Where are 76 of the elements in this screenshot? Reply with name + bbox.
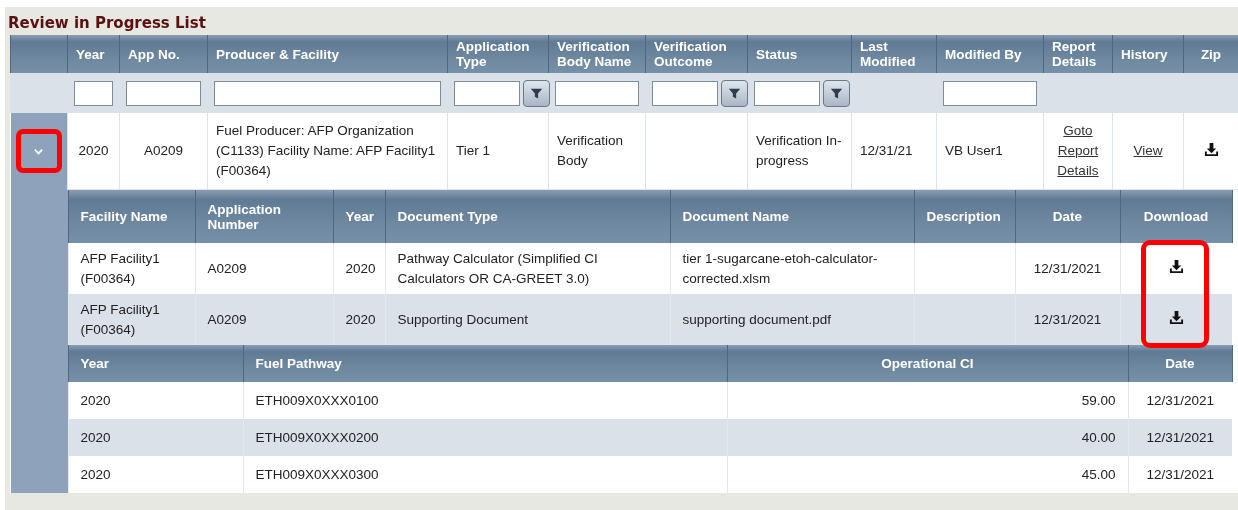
report-details-link[interactable]: Goto Report Details [1052, 121, 1104, 181]
table-cell: A0209 [207, 260, 247, 276]
filter-field[interactable] [126, 80, 201, 106]
table-cell: 2020 [80, 392, 111, 408]
table-cell: tier 1-sugarcane-etoh-calculator-corrected.xlsm [682, 250, 878, 286]
filter-button[interactable] [823, 79, 850, 107]
column-header: Facility Name [68, 190, 195, 243]
list-title: Review in Progress List [7, 13, 207, 34]
column-header: Verification Body Name [548, 35, 646, 73]
filter-field[interactable] [74, 80, 113, 106]
table-cell: supporting document.pdf [682, 311, 832, 327]
table-cell: 40.00 [1081, 429, 1116, 445]
column-header: Status [747, 35, 852, 73]
table-cell: 12/31/2021 [1033, 260, 1102, 276]
table-cell: 12/31/2021 [1033, 311, 1102, 327]
column-header: Year [68, 345, 243, 382]
filter-field[interactable] [454, 80, 520, 106]
filter-button[interactable] [721, 79, 748, 107]
column-header: Fuel Pathway [243, 345, 727, 382]
table-cell: 2020 [80, 429, 111, 445]
table-cell: ETH009X0XXX0100 [255, 392, 379, 408]
download-icon [1168, 259, 1184, 274]
column-header: Year [67, 35, 120, 73]
table-cell: A0209 [143, 143, 183, 158]
table-cell: 12/31/2021 [1146, 466, 1215, 482]
column-header: Date [1015, 190, 1120, 243]
table-cell: 12/31/21 [860, 143, 913, 158]
column-header: Description [914, 190, 1015, 243]
download-icon [1168, 310, 1184, 325]
column-header: App No. [119, 35, 208, 73]
funnel-icon [530, 86, 543, 100]
table-cell: 12/31/2021 [1146, 429, 1215, 445]
table-cell: A0209 [207, 311, 247, 327]
filter-field[interactable] [214, 80, 441, 106]
table-cell: AFP Facility1 (F00364) [80, 250, 160, 286]
column-header: History [1112, 35, 1184, 73]
table-cell: ETH009X0XXX0200 [255, 429, 379, 445]
column-header: Date [1128, 345, 1232, 382]
column-header: Download [1120, 190, 1232, 243]
table-cell: Verification In-progress [756, 133, 842, 168]
funnel-icon [728, 86, 741, 100]
column-header: Verification Outcome [645, 35, 748, 73]
table-cell: Tier 1 [456, 143, 490, 158]
table-cell: 2020 [345, 311, 376, 327]
filter-field[interactable] [555, 80, 639, 106]
table-cell: 2020 [78, 143, 109, 158]
table-cell: 45.00 [1081, 466, 1116, 482]
column-header: Year [333, 190, 385, 243]
filter-field[interactable] [943, 80, 1037, 106]
download-icon [1203, 141, 1219, 157]
table-cell: AFP Facility1 (F00364) [80, 301, 160, 337]
filter-field[interactable] [754, 80, 820, 106]
table-cell: Supporting Document [397, 311, 529, 327]
table-cell: VB User1 [945, 143, 1003, 158]
column-header: Application Number [195, 190, 333, 243]
column-header: Modified By [936, 35, 1044, 73]
table-cell: 12/31/2021 [1146, 392, 1215, 408]
column-header: Document Name [670, 190, 914, 243]
history-link[interactable]: View [1133, 141, 1163, 161]
table-cell: 2020 [80, 466, 111, 482]
table-cell: Pathway Calculator (Simplified CI Calculators OR CA-GREET 3.0) [397, 250, 598, 286]
table-cell: 59.00 [1081, 392, 1116, 408]
table-cell: Verification Body [557, 133, 624, 168]
funnel-icon [830, 86, 843, 100]
column-header: Document Type [385, 190, 670, 243]
column-header: Report Details [1043, 35, 1113, 73]
table-cell: 2020 [345, 260, 376, 276]
filter-field[interactable] [652, 80, 718, 106]
table-cell: ETH009X0XXX0300 [255, 466, 379, 482]
column-header: Zip [1183, 35, 1238, 73]
column-header: Operational CI [727, 345, 1128, 382]
column-header: Producer & Facility [207, 35, 448, 73]
column-header: Last Modified [851, 35, 937, 73]
table-cell: Fuel Producer: AFP Organization (C1133) Facility Name: AFP Facility1 (F00364) [216, 123, 436, 178]
column-header: Application Type [447, 35, 549, 73]
filter-button[interactable] [523, 79, 550, 107]
